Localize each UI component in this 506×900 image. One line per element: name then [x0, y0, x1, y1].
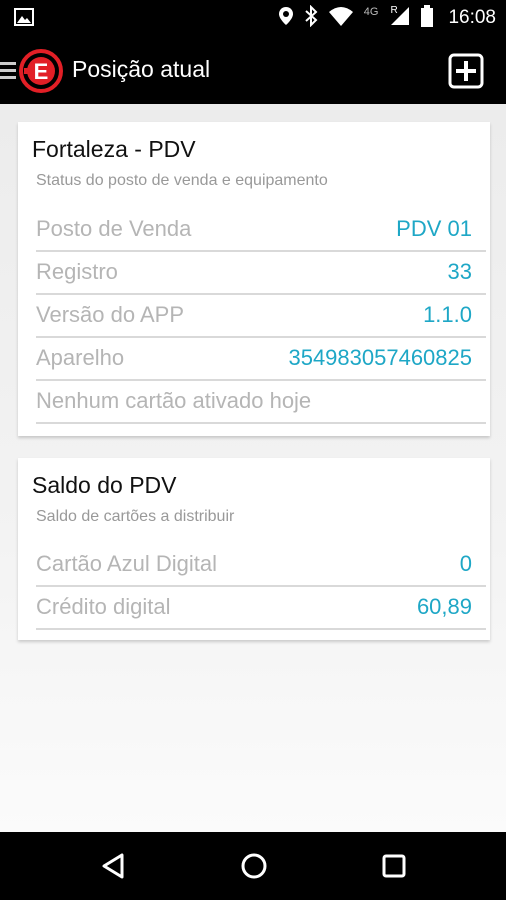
pdv-balance-card: Saldo do PDV Saldo de cartões a distribu… [18, 458, 490, 640]
menu-icon[interactable] [0, 60, 16, 84]
main-content: Fortaleza - PDV Status do posto de venda… [0, 104, 506, 832]
row-value: 33 [447, 259, 472, 284]
row-aparelho: Aparelho 354983057460825 [36, 337, 486, 381]
navigation-bar [0, 832, 506, 900]
signal-icon: R [388, 5, 410, 30]
location-icon [278, 6, 294, 30]
row-label: Crédito digital [36, 594, 171, 619]
row-value: 354983057460825 [288, 345, 472, 370]
row-label: Aparelho [36, 345, 125, 370]
row-label: Nenhum cartão ativado hoje [36, 388, 312, 413]
row-cartao-ativado: Nenhum cartão ativado hoje [36, 380, 486, 424]
row-label: Registro [36, 259, 118, 284]
network-type-label: 4G [363, 6, 379, 18]
row-label: Cartão Azul Digital [36, 551, 217, 576]
row-versao-app: Versão do APP 1.1.0 [36, 294, 486, 338]
status-bar: 4G R 16:08 [0, 0, 506, 36]
row-label: Versão do APP [36, 302, 184, 327]
row-registro: Registro 33 [36, 251, 486, 295]
row-cartao-azul-digital: Cartão Azul Digital 0 [36, 543, 486, 587]
card-subtitle: Saldo de cartões a distribuir [36, 508, 235, 525]
logo-letter: E [34, 59, 49, 84]
card-subtitle: Status do posto de venda e equipamento [36, 172, 328, 189]
battery-icon [420, 5, 434, 31]
roaming-label: R [390, 5, 398, 16]
row-label: Posto de Venda [36, 216, 192, 241]
recents-icon[interactable] [380, 852, 408, 880]
home-icon[interactable] [240, 852, 268, 880]
row-credito-digital: Crédito digital 60,89 [36, 586, 486, 630]
app-bar: E Posição atual [0, 36, 506, 104]
clock: 16:08 [448, 7, 496, 28]
row-value: 0 [459, 551, 472, 576]
bluetooth-icon [304, 4, 318, 31]
row-value: PDV 01 [396, 216, 472, 241]
image-icon [14, 8, 34, 30]
row-posto-de-venda: Posto de Venda PDV 01 [36, 208, 486, 252]
page-title: Posição atual [72, 56, 211, 82]
card-title: Saldo do PDV [32, 472, 177, 498]
pdv-status-card: Fortaleza - PDV Status do posto de venda… [18, 122, 490, 436]
row-value: 1.1.0 [423, 302, 472, 327]
back-icon[interactable] [100, 852, 128, 880]
logo-icon[interactable]: E [18, 48, 64, 98]
row-value: 60,89 [416, 594, 472, 619]
add-box-icon[interactable] [448, 53, 484, 89]
wifi-icon [328, 6, 354, 30]
card-title: Fortaleza - PDV [32, 136, 196, 162]
